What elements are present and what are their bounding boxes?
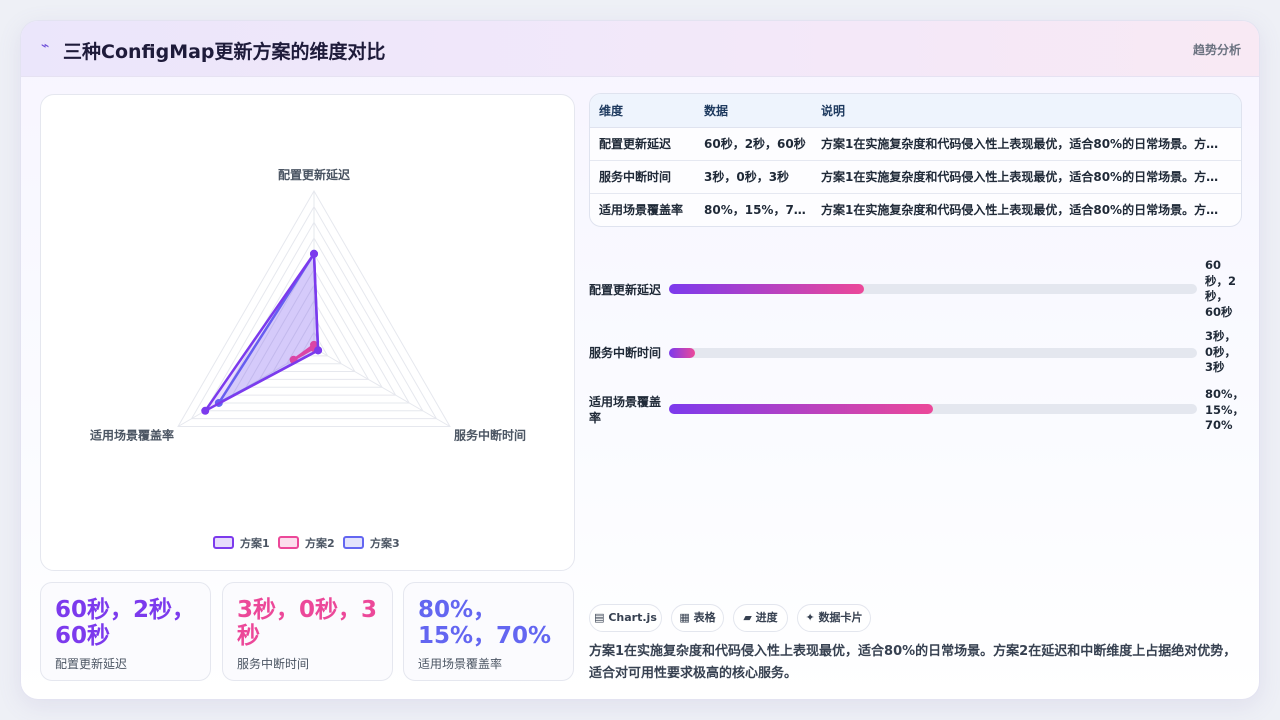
legend-label: 方案1 bbox=[240, 536, 270, 550]
stat-card-config-delay: 60秒，2秒，60秒 配置更新延迟 bbox=[40, 582, 211, 681]
tag-label: 数据卡片 bbox=[818, 611, 863, 624]
progress-track bbox=[669, 348, 1197, 358]
stat-value: 3秒，0秒，3秒 bbox=[237, 597, 378, 649]
radar-axis-label: 适用场景覆盖率 bbox=[90, 428, 174, 443]
radar-axis-label: 配置更新延迟 bbox=[278, 167, 350, 182]
trend-analysis-link[interactable]: 趋势分析 bbox=[1193, 41, 1241, 58]
stat-card-downtime: 3秒，0秒，3秒 服务中断时间 bbox=[222, 582, 393, 681]
table-icon: ▦ bbox=[679, 611, 690, 624]
progress-label: 配置更新延迟 bbox=[589, 283, 662, 297]
radar-chart: 配置更新延迟服务中断时间 适用场景覆盖率方案1 方案2 方案3 bbox=[90, 167, 526, 550]
progress-label: 服务中断时间 bbox=[589, 346, 662, 360]
radar-chart-panel: 配置更新延迟服务中断时间 适用场景覆盖率方案1 方案2 方案3 bbox=[40, 94, 575, 571]
legend-label: 方案3 bbox=[370, 536, 400, 550]
table-cell: 配置更新延迟 bbox=[590, 127, 695, 161]
data-table: 维度 数据 说明 配置更新延迟 60秒，2秒，60秒 方案1在实施复杂度和代码侵… bbox=[589, 93, 1242, 227]
header: ⌁ 三种ConfigMap更新方案的维度对比 趋势分析 bbox=[21, 21, 1259, 77]
stat-value: 60秒，2秒，60秒 bbox=[55, 597, 196, 649]
summary-text: 方案1在实施复杂度和代码侵入性上表现最优，适合80%的日常场景。方案2在延迟和中… bbox=[589, 644, 1237, 681]
legend-swatch bbox=[213, 536, 234, 549]
progress-icon: ▰ bbox=[743, 611, 752, 624]
tag-chartjs[interactable]: ▤ Chart.js bbox=[589, 604, 662, 632]
pulse-icon: ⌁ bbox=[41, 38, 50, 54]
tag-table[interactable]: ▦ 表格 bbox=[671, 604, 724, 632]
progress-fill bbox=[669, 284, 865, 294]
tag-progress[interactable]: ▰ 进度 bbox=[733, 604, 788, 632]
progress-bars: 配置更新延迟 60秒，2秒，60秒 服务中断时间 3秒，0秒，3秒 适用场景覆盖… bbox=[589, 241, 1249, 432]
sparkle-icon: ✦ bbox=[805, 611, 815, 624]
legend-swatch bbox=[278, 536, 299, 549]
table-cell: 80%，15%，70% bbox=[704, 203, 812, 218]
table-row: 适用场景覆盖率 80%，15%，70% 方案1在实施复杂度和代码侵入性上表现最优… bbox=[590, 193, 1242, 226]
stat-label: 配置更新延迟 bbox=[55, 657, 128, 671]
tag-data-card[interactable]: ✦ 数据卡片 bbox=[797, 604, 871, 632]
progress-track bbox=[669, 404, 1197, 414]
table-cell: 3秒，0秒，3秒 bbox=[695, 160, 812, 194]
table-cell: 方案1在实施复杂度和代码侵入性上表现最优，适合80%的日常场景。方案2在延迟和中… bbox=[812, 160, 1241, 194]
radar-data-point bbox=[310, 249, 318, 258]
tag-label: 表格 bbox=[693, 611, 716, 624]
dashboard-card: ⌁ 三种ConfigMap更新方案的维度对比 趋势分析 配置更新延迟 服务中断时间… bbox=[20, 20, 1260, 700]
table-row: 服务中断时间 3秒，0秒，3秒 方案1在实施复杂度和代码侵入性上表现最优，适合8… bbox=[590, 160, 1241, 194]
progress-row-config-delay: 配置更新延迟 60秒，2秒，60秒 bbox=[589, 258, 1249, 319]
progress-row-downtime: 服务中断时间 3秒，0秒，3秒 bbox=[589, 327, 1249, 377]
radar-data-point bbox=[314, 346, 323, 355]
progress-value: 3秒，0秒，3秒 bbox=[1205, 329, 1237, 374]
progress-label: 适用场景覆盖率 bbox=[589, 395, 662, 425]
table-row: 配置更新延迟 60秒，2秒，60秒 方案1在实施复杂度和代码侵入性上表现最优，适… bbox=[590, 127, 1241, 161]
progress-value: 60秒，2秒，60秒 bbox=[1205, 258, 1237, 319]
tag-label: 进度 bbox=[755, 611, 778, 624]
stat-value: 80%，15%，70% bbox=[418, 597, 552, 649]
radar-axis-label: 服务中断时间 bbox=[454, 428, 526, 443]
progress-fill bbox=[669, 348, 696, 358]
progress-track bbox=[669, 284, 1197, 294]
table-header-description: 说明 bbox=[812, 94, 1241, 128]
table-cell: 60秒，2秒，60秒 bbox=[695, 127, 812, 161]
stat-label: 适用场景覆盖率 bbox=[418, 657, 503, 671]
chart-icon: ▤ bbox=[594, 611, 605, 624]
table-header-row: 维度 数据 说明 bbox=[590, 94, 1241, 128]
progress-fill bbox=[669, 404, 933, 414]
stat-label: 服务中断时间 bbox=[237, 657, 310, 671]
table-header-data: 数据 bbox=[695, 94, 812, 128]
stat-card-coverage: 80%，15%，70% 适用场景覆盖率 bbox=[403, 582, 574, 681]
page-title: 三种ConfigMap更新方案的维度对比 bbox=[63, 41, 386, 63]
legend-label: 方案2 bbox=[305, 536, 335, 550]
table-cell: 适用场景覆盖率 bbox=[599, 203, 684, 218]
tag-label: Chart.js bbox=[608, 611, 657, 624]
progress-row-coverage: 适用场景覆盖率 80%，15%，70% bbox=[589, 387, 1249, 437]
radar-data-point bbox=[201, 406, 210, 415]
progress-value: 80%，15%，70% bbox=[1205, 387, 1245, 432]
table-cell: 方案1在实施复杂度和代码侵入性上表现最优，适合80%的日常场景。方案2在延迟和中… bbox=[821, 203, 1242, 218]
table-header-dimension: 维度 bbox=[590, 94, 695, 128]
legend-swatch bbox=[343, 536, 364, 549]
table-cell: 服务中断时间 bbox=[590, 160, 695, 194]
table-cell: 方案1在实施复杂度和代码侵入性上表现最优，适合80%的日常场景。方案2在延迟和中… bbox=[812, 127, 1241, 161]
